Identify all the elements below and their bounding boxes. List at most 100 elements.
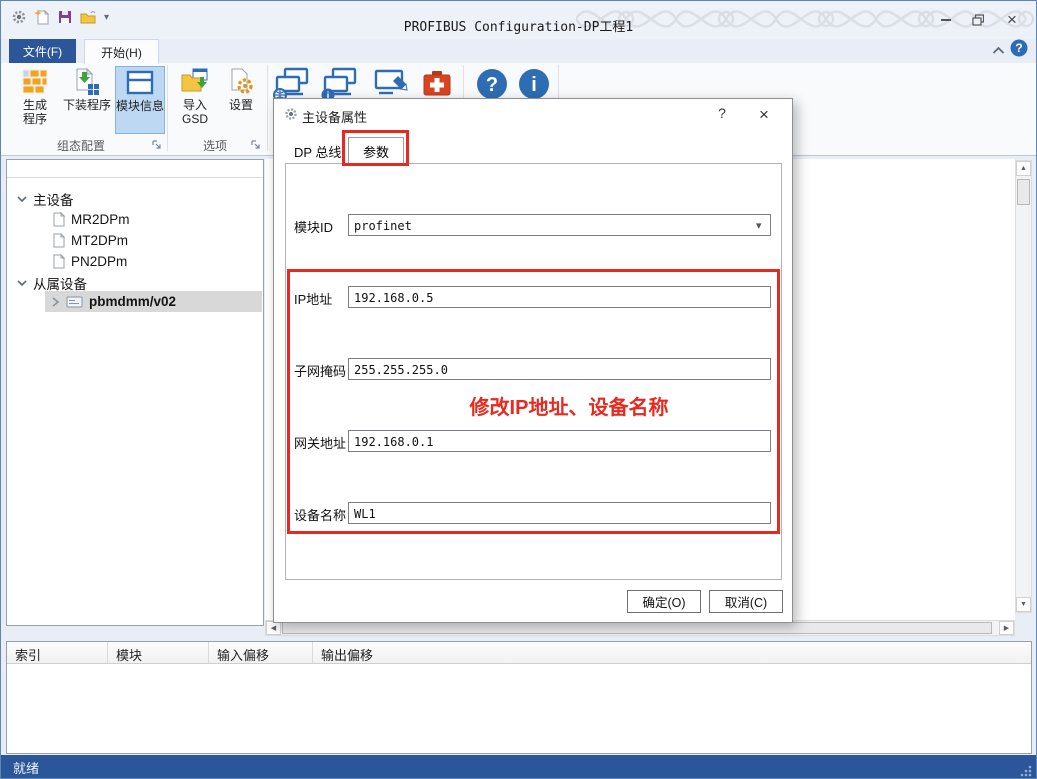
dialog-close-button[interactable]: × bbox=[754, 105, 774, 125]
group-separator bbox=[167, 65, 168, 151]
close-button[interactable]: × bbox=[999, 11, 1025, 29]
module-info-button[interactable]: 模块信息 bbox=[115, 66, 165, 134]
field-label-ip: IP地址 bbox=[294, 289, 332, 308]
download-program-button[interactable]: 下装程序 bbox=[61, 66, 113, 134]
import-gsd-button[interactable]: 导入GSD bbox=[173, 66, 217, 134]
device-file-icon bbox=[52, 233, 65, 248]
scroll-up-icon: ▲ bbox=[1020, 165, 1027, 172]
bricks-icon bbox=[20, 68, 50, 96]
restore-icon bbox=[972, 14, 984, 26]
collapse-ribbon-icon[interactable] bbox=[992, 45, 1005, 55]
resize-grip-icon[interactable] bbox=[1019, 764, 1032, 777]
module-window-icon bbox=[125, 69, 155, 97]
title-bar: ▾ PROFIBUS Configuration-DP工程1 × bbox=[1, 1, 1036, 39]
restore-button[interactable] bbox=[965, 11, 991, 29]
scroll-left-button[interactable]: ◀ bbox=[266, 621, 281, 635]
info-button[interactable]: i bbox=[517, 67, 551, 101]
divider bbox=[7, 177, 263, 178]
dialog-help-button[interactable]: ? bbox=[712, 105, 732, 121]
field-label-subnet: 子网掩码 bbox=[294, 361, 346, 380]
io-table-header: 索引 模块 输入偏移 输出偏移 bbox=[7, 642, 1031, 664]
chevron-down-icon bbox=[17, 278, 27, 288]
combo-dropdown-icon[interactable]: ▾ bbox=[756, 219, 762, 232]
window-title: PROFIBUS Configuration-DP工程1 bbox=[1, 16, 1036, 35]
subnet-mask-input[interactable] bbox=[348, 358, 771, 380]
tab-parameters[interactable]: 参数 bbox=[348, 137, 404, 164]
import-gsd-label-1: 导入 bbox=[182, 98, 208, 112]
settings-label: 设置 bbox=[229, 98, 253, 112]
horizontal-scroll-thumb[interactable] bbox=[282, 622, 992, 634]
tree-item-pbmdmm[interactable]: pbmdmm/v02 bbox=[7, 291, 263, 312]
device-name-input[interactable] bbox=[348, 502, 771, 524]
chevron-down-icon bbox=[17, 194, 27, 204]
settings-button[interactable]: 设置 bbox=[221, 66, 261, 134]
ok-button[interactable]: 确定(O) bbox=[627, 590, 701, 613]
minimize-button[interactable] bbox=[933, 11, 959, 29]
import-gsd-label-2: GSD bbox=[182, 112, 208, 126]
master-device-properties-dialog: 主设备属性 ? × DP 总线 参数 模块ID ▾ IP地址 子网掩码 网关地址… bbox=[273, 98, 793, 623]
generate-label-2: 程序 bbox=[23, 112, 47, 126]
tree-item-mt2dpm[interactable]: MT2DPm bbox=[7, 230, 263, 251]
tree-group-label: 主设备 bbox=[33, 189, 74, 209]
scroll-left-icon: ◀ bbox=[271, 624, 276, 632]
chevron-right-icon bbox=[51, 297, 60, 307]
scroll-right-button[interactable]: ▶ bbox=[999, 621, 1014, 635]
tab-dp-bus[interactable]: DP 总线 bbox=[294, 142, 341, 161]
ip-address-input[interactable] bbox=[348, 286, 771, 308]
tree-item-label: MT2DPm bbox=[71, 233, 128, 248]
device-file-icon bbox=[52, 212, 65, 227]
generate-label-1: 生成 bbox=[23, 98, 47, 112]
dialog-close-icon: × bbox=[759, 105, 769, 124]
gateway-address-input[interactable] bbox=[348, 430, 771, 452]
scroll-down-button[interactable]: ▼ bbox=[1016, 597, 1031, 612]
tree-group-slave[interactable]: 从属设备 bbox=[7, 272, 263, 293]
dialog-gear-icon bbox=[284, 107, 298, 121]
tree-item-pn2dpm[interactable]: PN2DPm bbox=[7, 251, 263, 272]
tabrow-help-button[interactable]: ? bbox=[1010, 39, 1028, 57]
download-label: 下装程序 bbox=[63, 98, 111, 112]
svg-text:?: ? bbox=[1015, 41, 1022, 55]
device-file-icon bbox=[52, 254, 65, 269]
field-label-module-id: 模块ID bbox=[294, 217, 333, 236]
scroll-up-button[interactable]: ▲ bbox=[1016, 161, 1031, 176]
module-info-label: 模块信息 bbox=[116, 99, 164, 113]
status-bar: 就绪 bbox=[1, 755, 1036, 779]
tree-group-master[interactable]: 主设备 bbox=[7, 188, 263, 209]
column-header-module[interactable]: 模块 bbox=[108, 642, 209, 663]
tree-item-label: PN2DPm bbox=[71, 254, 127, 269]
vertical-scroll-thumb[interactable] bbox=[1017, 179, 1030, 205]
first-aid-button[interactable] bbox=[421, 69, 453, 101]
tab-file[interactable]: 文件(F) bbox=[9, 39, 76, 63]
dialog-title: 主设备属性 bbox=[302, 107, 367, 126]
column-header-index[interactable]: 索引 bbox=[7, 642, 108, 663]
dialog-launcher-icon[interactable] bbox=[152, 140, 162, 150]
io-table-panel: 索引 模块 输入偏移 输出偏移 bbox=[6, 641, 1032, 754]
cancel-button[interactable]: 取消(C) bbox=[709, 590, 783, 613]
column-header-input-offset[interactable]: 输入偏移 bbox=[209, 642, 313, 663]
svg-text:?: ? bbox=[486, 74, 498, 96]
tree-item-label: MR2DPm bbox=[71, 212, 130, 227]
status-text: 就绪 bbox=[13, 758, 39, 777]
group-separator bbox=[267, 65, 268, 151]
tree-group-label: 从属设备 bbox=[33, 273, 87, 293]
dialog-launcher-icon[interactable] bbox=[251, 140, 261, 150]
generate-program-button[interactable]: 生成程序 bbox=[11, 66, 59, 134]
column-header-output-offset[interactable]: 输出偏移 bbox=[313, 642, 1031, 663]
tab-home[interactable]: 开始(H) bbox=[84, 39, 159, 64]
device-tree-panel: 主设备 MR2DPm MT2DPm PN2DPm 从属设备 pbmdmm/v02 bbox=[6, 159, 264, 626]
help-button[interactable]: ? bbox=[475, 67, 509, 101]
annotation-note: 修改IP地址、设备名称 bbox=[434, 391, 704, 420]
vertical-scrollbar[interactable]: ▲ ▼ bbox=[1015, 160, 1032, 613]
module-id-combobox[interactable] bbox=[348, 214, 771, 236]
scroll-right-icon: ▶ bbox=[1004, 624, 1009, 632]
minimize-icon bbox=[941, 19, 951, 21]
settings-page-icon bbox=[226, 68, 256, 96]
app-window: ▾ PROFIBUS Configuration-DP工程1 × 文件(F) 开… bbox=[0, 0, 1037, 779]
close-icon: × bbox=[1007, 10, 1017, 30]
field-label-device-name: 设备名称 bbox=[294, 505, 346, 524]
svg-text:i: i bbox=[531, 74, 537, 96]
download-page-icon bbox=[72, 68, 102, 96]
group-label-options: 选项 bbox=[171, 137, 259, 154]
tree-item-mr2dpm[interactable]: MR2DPm bbox=[7, 209, 263, 230]
field-label-gateway: 网关地址 bbox=[294, 433, 346, 452]
